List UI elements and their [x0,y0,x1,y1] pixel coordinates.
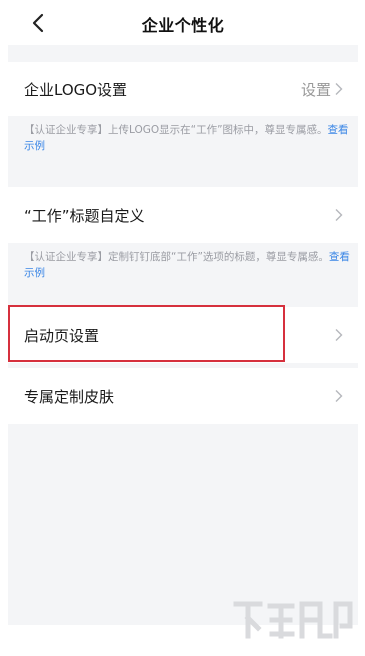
work-title-hint: 【认证企业专享】定制钉钉底部“工作”选项的标题，尊显专属感。查看示例 [24,249,352,281]
nav-bar: 企业个性化 [8,0,358,45]
page-title: 企业个性化 [141,16,225,35]
row-label: 启动页设置 [24,327,100,345]
work-title-row[interactable]: “工作”标题自定义 [8,187,358,243]
logo-setting-row[interactable]: 企业LOGO设置 设置 [8,62,358,116]
hint-text: 【认证企业专享】定制钉钉底部“工作”选项的标题，尊显专属感。 [24,251,329,263]
launch-page-row[interactable]: 启动页设置 [8,307,358,363]
watermark-logo [233,601,353,639]
hint-text: 【认证企业专享】上传LOGO显示在“工作”图标中，尊显专属感。 [24,124,328,136]
row-label: 专属定制皮肤 [24,388,115,406]
logo-hint: 【认证企业专享】上传LOGO显示在“工作”图标中，尊显专属感。查看示例 [24,122,352,154]
settings-page: 企业个性化 企业LOGO设置 设置 【认证企业专享】上传LOGO显示在“工作”图… [8,0,358,625]
chevron-right-icon [334,389,343,403]
chevron-right-icon [334,328,343,342]
screen: 企业个性化 企业LOGO设置 设置 【认证企业专享】上传LOGO显示在“工作”图… [0,0,365,656]
chevron-right-icon [334,208,343,222]
row-label: 企业LOGO设置 [24,81,128,99]
custom-skin-row[interactable]: 专属定制皮肤 [8,368,358,424]
chevron-right-icon [334,82,343,96]
row-label: “工作”标题自定义 [24,207,145,225]
row-value: 设置 [300,81,331,99]
